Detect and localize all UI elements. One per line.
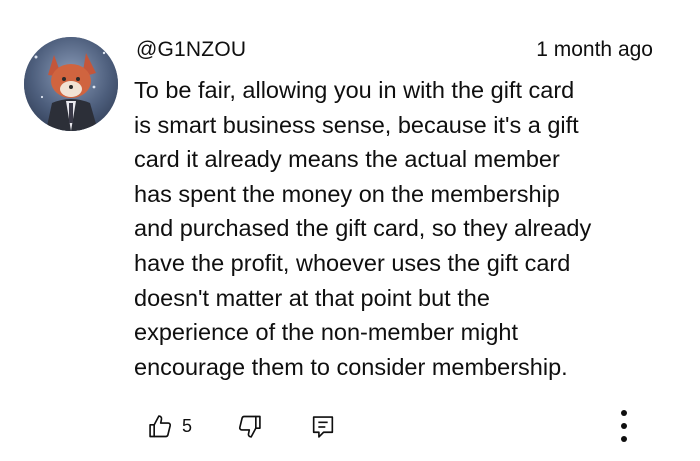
avatar[interactable] <box>24 37 118 131</box>
comment-line: is smart business sense, because it's a … <box>134 111 579 138</box>
comment-line: experience of the non-member might <box>134 319 519 346</box>
more-options-button[interactable] <box>612 405 636 447</box>
comment-line: card it already means the actual member <box>134 146 560 173</box>
comment-timestamp[interactable]: 1 month ago <box>536 36 653 64</box>
comment-line: To be fair, allowing you in with the gif… <box>134 77 575 103</box>
more-vertical-icon <box>621 410 627 442</box>
comment-body: To be fair, allowing you in with the gif… <box>134 73 694 384</box>
comment-thread: @G1NZOU 1 month ago To be fair, allowing… <box>0 0 700 461</box>
fox-avatar-image <box>24 37 118 131</box>
reply-button[interactable] <box>309 413 337 441</box>
comment-line: and purchased the gift card, so they alr… <box>134 215 592 242</box>
comment-line: encourage them to consider membership. <box>134 353 568 380</box>
thumbs-down-icon <box>238 415 261 438</box>
thumbs-up-icon <box>149 415 172 438</box>
dislike-button[interactable] <box>236 413 264 441</box>
like-button[interactable]: 5 <box>146 412 192 440</box>
comment-line: has spent the money on the membership <box>134 180 560 207</box>
like-count: 5 <box>182 415 193 436</box>
comment-actions: 5 <box>0 404 700 448</box>
comment-line: doesn't matter at that point but the <box>134 284 490 311</box>
comment-line: have the profit, whoever uses the gift c… <box>134 249 571 276</box>
author-handle[interactable]: @G1NZOU <box>136 36 246 64</box>
reply-comment-icon <box>312 416 334 438</box>
